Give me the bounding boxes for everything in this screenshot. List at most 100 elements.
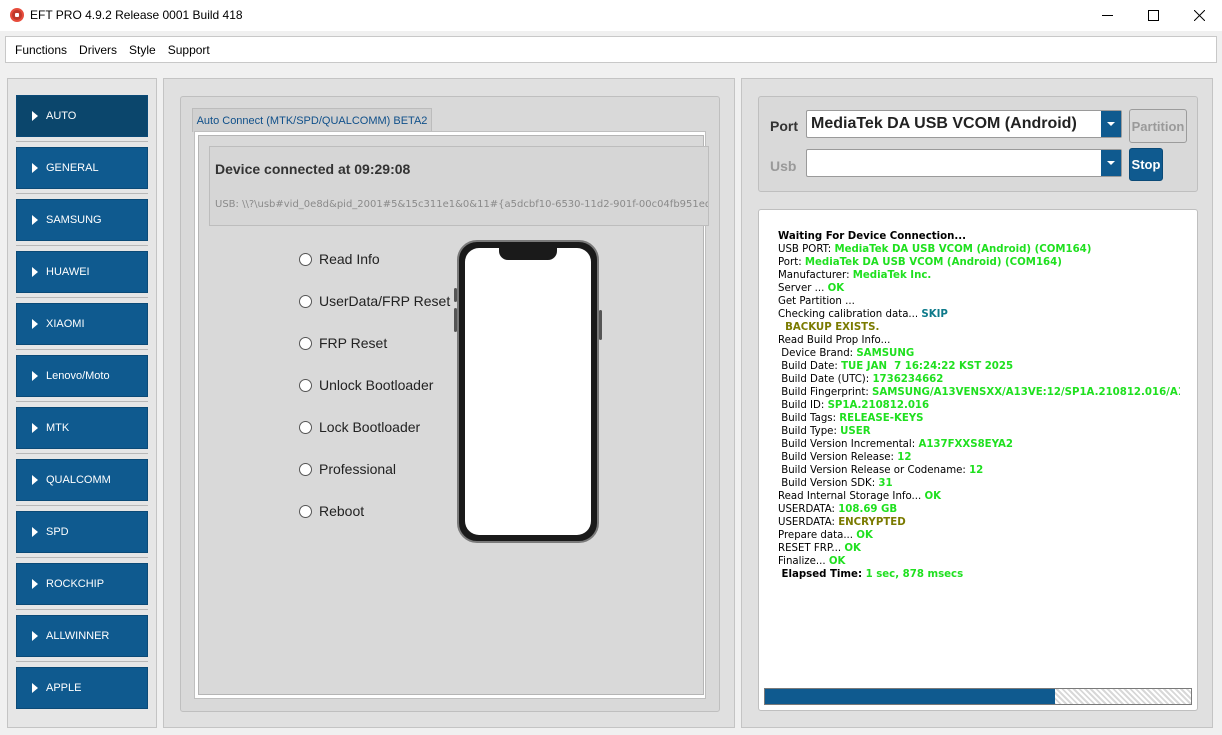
option-userdata-frp-reset[interactable]: UserData/FRP Reset: [299, 293, 450, 309]
log-segment: Build Version SDK:: [778, 478, 879, 489]
stop-button[interactable]: Stop: [1129, 148, 1163, 181]
log-segment: RESET FRP...: [778, 543, 845, 554]
chevron-down-icon[interactable]: [1101, 111, 1121, 137]
sidebar-item-qualcomm[interactable]: QUALCOMM: [16, 459, 148, 501]
log-segment: 1736234662: [872, 374, 944, 385]
log-segment: A137FXXS8EYA2: [918, 439, 1014, 450]
chevron-right-icon: [32, 267, 38, 277]
maximize-icon: [1147, 10, 1159, 21]
sidebar-item-allwinner[interactable]: ALLWINNER: [16, 615, 148, 657]
radio-button[interactable]: [299, 504, 312, 518]
radio-button[interactable]: [299, 420, 312, 434]
radio-button[interactable]: [299, 462, 312, 476]
log-segment: Build Date:: [778, 361, 842, 372]
log-segment: Build Version Incremental:: [778, 439, 919, 450]
sidebar-item-huawei[interactable]: HUAWEI: [16, 251, 148, 293]
log-line: Build ID: SP1A.210812.016: [778, 399, 1180, 412]
minimize-icon: [1101, 15, 1113, 16]
sidebar-item-auto[interactable]: AUTO: [16, 95, 148, 137]
radio-button[interactable]: [299, 378, 312, 392]
log-line: USB PORT: MediaTek DA USB VCOM (Android)…: [778, 243, 1180, 256]
chevron-right-icon: [32, 527, 38, 537]
log-segment: ENCRYPTED: [838, 517, 906, 528]
sidebar-item-xiaomi[interactable]: XIAOMI: [16, 303, 148, 345]
sidebar-item-lenovo-moto[interactable]: Lenovo/Moto: [16, 355, 148, 397]
sidebar-item-samsung[interactable]: SAMSUNG: [16, 199, 148, 241]
option-frp-reset[interactable]: FRP Reset: [299, 335, 387, 351]
log-segment: Manufacturer:: [778, 270, 853, 281]
chevron-right-icon: [32, 423, 38, 433]
menu-support[interactable]: Support: [162, 43, 216, 57]
device-connected-title: Device connected at 09:29:08: [215, 161, 411, 177]
option-reboot[interactable]: Reboot: [299, 503, 364, 519]
sidebar-divider: [16, 297, 148, 298]
log-segment: Build Date (UTC):: [778, 374, 873, 385]
option-label: UserData/FRP Reset: [319, 293, 451, 309]
log-segment: OK: [924, 491, 942, 502]
maximize-button[interactable]: [1130, 0, 1176, 31]
sidebar-divider: [16, 193, 148, 194]
log-line: USERDATA: ENCRYPTED: [778, 516, 1180, 529]
radio-button[interactable]: [299, 294, 312, 308]
log-segment: Port:: [778, 257, 805, 268]
log-segment: Checking calibration data...: [778, 309, 922, 320]
radio-button[interactable]: [299, 252, 312, 266]
log-segment: MediaTek DA USB VCOM (Android) (COM164): [834, 244, 1092, 255]
option-professional[interactable]: Professional: [299, 461, 396, 477]
sidebar-item-label: MTK: [46, 422, 70, 434]
usb-select[interactable]: [806, 149, 1122, 177]
sidebar-item-spd[interactable]: SPD: [16, 511, 148, 553]
log-line: Build Date (UTC): 1736234662: [778, 373, 1180, 386]
log-segment: SKIP: [921, 309, 948, 320]
radio-button[interactable]: [299, 336, 312, 350]
menu-functions[interactable]: Functions: [9, 43, 73, 57]
minimize-button[interactable]: [1084, 0, 1130, 31]
window-title: EFT PRO 4.9.2 Release 0001 Build 418: [30, 8, 243, 22]
log-line: Build Fingerprint: SAMSUNG/A13VENSXX/A13…: [778, 386, 1180, 399]
chevron-right-icon: [32, 683, 38, 693]
log-segment: USB PORT:: [778, 244, 835, 255]
option-label: Read Info: [319, 251, 380, 267]
log-segment: RELEASE-KEYS: [839, 413, 924, 424]
log-segment: OK: [856, 530, 873, 541]
log-segment: SAMSUNG/A13VENSXX/A13VE:12/SP1A.210812.0…: [872, 387, 1180, 398]
tab-content: Device connected at 09:29:08 USB: \\?\us…: [198, 135, 709, 695]
log-segment: 31: [878, 478, 893, 489]
log-segment: BACKUP EXISTS.: [778, 322, 880, 333]
log-segment: Finalize...: [778, 556, 829, 567]
sidebar-item-label: XIAOMI: [46, 318, 85, 330]
log-panel[interactable]: Waiting For Device Connection... USB PORT…: [758, 209, 1198, 711]
chevron-down-icon[interactable]: [1101, 150, 1121, 176]
log-segment: 108.69 GB: [838, 504, 898, 515]
tab-auto-connect[interactable]: Auto Connect (MTK/SPD/QUALCOMM) BETA2: [192, 108, 432, 132]
chevron-right-icon: [32, 631, 38, 641]
option-lock-bootloader[interactable]: Lock Bootloader: [299, 419, 420, 435]
sidebar-item-rockchip[interactable]: ROCKCHIP: [16, 563, 148, 605]
menu-style[interactable]: Style: [123, 43, 162, 57]
port-select-value: MediaTek DA USB VCOM (Android): [811, 115, 1077, 132]
phone-screen: [465, 248, 591, 535]
port-select[interactable]: MediaTek DA USB VCOM (Android): [806, 110, 1122, 138]
option-unlock-bootloader[interactable]: Unlock Bootloader: [299, 377, 433, 393]
partition-button[interactable]: Partition: [1129, 109, 1187, 143]
chevron-right-icon: [32, 319, 38, 329]
log-segment: Prepare data...: [778, 530, 857, 541]
log-output: Waiting For Device Connection... USB PORT…: [778, 230, 1180, 581]
sidebar-divider: [16, 557, 148, 558]
sidebar-item-mtk[interactable]: MTK: [16, 407, 148, 449]
close-button[interactable]: [1176, 0, 1222, 31]
sidebar-item-general[interactable]: GENERAL: [16, 147, 148, 189]
sidebar-item-label: APPLE: [46, 682, 82, 694]
log-line: Waiting For Device Connection...: [778, 230, 1180, 243]
log-segment: Elapsed Time:: [778, 569, 866, 580]
sidebar-item-label: SAMSUNG: [46, 214, 102, 226]
chevron-right-icon: [32, 215, 38, 225]
option-read-info[interactable]: Read Info: [299, 251, 380, 267]
log-segment: Build Fingerprint:: [778, 387, 872, 398]
log-line: Finalize... OK: [778, 555, 1180, 568]
sidebar-item-apple[interactable]: APPLE: [16, 667, 148, 709]
log-line: Device Brand: SAMSUNG: [778, 347, 1180, 360]
log-segment: USER: [840, 426, 871, 437]
menu-drivers[interactable]: Drivers: [73, 43, 123, 57]
chevron-right-icon: [32, 579, 38, 589]
